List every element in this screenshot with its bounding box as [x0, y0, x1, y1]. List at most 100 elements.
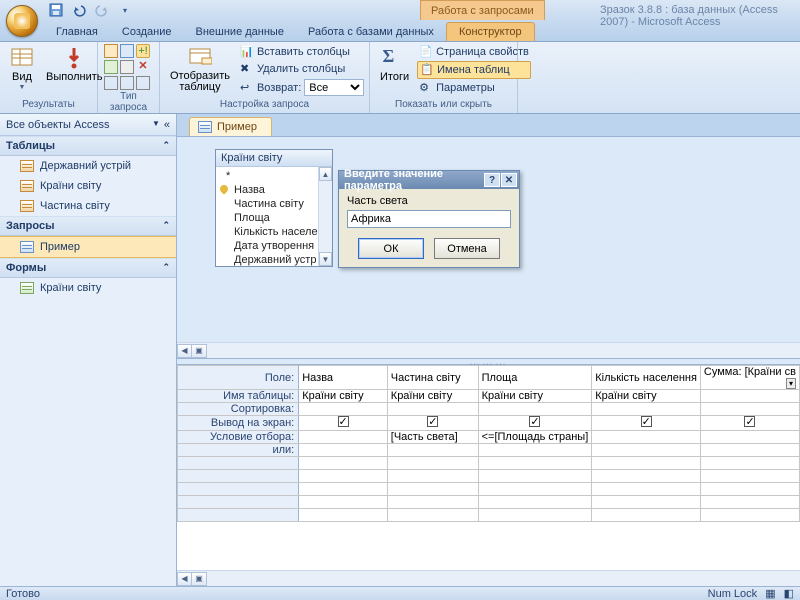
qbe-cell[interactable] — [299, 457, 388, 470]
qbe-cell[interactable] — [592, 470, 701, 483]
qbe-cell[interactable]: Країни світу — [592, 390, 701, 403]
doc-tab-primer[interactable]: Пример — [189, 117, 272, 136]
qbe-cell[interactable]: <=[Площадь страны] — [478, 431, 592, 444]
union-query-icon[interactable] — [104, 76, 118, 90]
qbe-cell[interactable] — [700, 390, 799, 403]
qbe-cell[interactable] — [299, 416, 388, 431]
qbe-cell[interactable] — [478, 457, 592, 470]
nav-item[interactable]: Частина світу — [0, 196, 176, 216]
qbe-cell[interactable]: Назва — [299, 366, 388, 390]
nav-item[interactable]: Державний устрій — [0, 156, 176, 176]
office-button[interactable] — [6, 5, 38, 37]
qbe-cell[interactable] — [387, 416, 478, 431]
qbe-cell[interactable] — [387, 403, 478, 416]
qbe-cell[interactable] — [478, 496, 592, 509]
qbe-cell[interactable] — [478, 483, 592, 496]
close-icon[interactable]: ✕ — [501, 173, 517, 187]
qbe-cell[interactable] — [299, 444, 388, 457]
view-button[interactable]: Вид ▼ — [6, 44, 38, 93]
qbe-cell[interactable] — [700, 403, 799, 416]
field-item[interactable]: Площа — [216, 211, 332, 225]
show-checkbox[interactable] — [641, 416, 652, 427]
nav-item[interactable]: Країни світу — [0, 278, 176, 298]
field-item[interactable]: Державний устр — [216, 253, 332, 267]
qbe-cell[interactable] — [299, 470, 388, 483]
qbe-cell[interactable] — [592, 444, 701, 457]
qbe-cell[interactable]: Площа — [478, 366, 592, 390]
qbe-cell[interactable]: Кількість населення — [592, 366, 701, 390]
qbe-cell[interactable] — [592, 431, 701, 444]
run-button[interactable]: Выполнить — [42, 44, 106, 85]
qbe-cell[interactable] — [592, 403, 701, 416]
qbe-cell[interactable] — [299, 483, 388, 496]
field-item[interactable]: Кількість населен — [216, 225, 332, 239]
select-query-icon[interactable] — [104, 44, 118, 58]
qbe-cell[interactable] — [478, 444, 592, 457]
scroll-thumb[interactable]: ▣ — [192, 572, 207, 586]
qbe-cell[interactable] — [592, 416, 701, 431]
table-source-window[interactable]: Країни світу *НазваЧастина світуПлощаКіл… — [215, 149, 333, 267]
qbe-cell[interactable] — [387, 470, 478, 483]
show-checkbox[interactable] — [427, 416, 438, 427]
tab-create[interactable]: Создание — [110, 23, 184, 41]
qbe-cell[interactable] — [592, 483, 701, 496]
show-checkbox[interactable] — [744, 416, 755, 427]
lower-hscroll[interactable]: ◀ ▣ — [177, 570, 800, 586]
table-names-button[interactable]: 📋Имена таблиц — [417, 61, 531, 79]
property-sheet-button[interactable]: 📄Страница свойств — [417, 44, 531, 60]
qbe-cell[interactable] — [700, 470, 799, 483]
cancel-button[interactable]: Отмена — [434, 238, 500, 259]
qbe-cell[interactable] — [700, 496, 799, 509]
return-select[interactable]: Все — [304, 79, 364, 96]
qbe-cell[interactable] — [700, 483, 799, 496]
nav-item[interactable]: Пример — [0, 236, 176, 258]
table-vscroll[interactable]: ▲ ▼ — [318, 167, 332, 266]
nav-category-queries[interactable]: Запросы⌃ — [0, 216, 176, 236]
nav-category-tables[interactable]: Таблицы⌃ — [0, 136, 176, 156]
update-query-icon[interactable] — [104, 60, 118, 74]
field-item[interactable]: Дата утворення — [216, 239, 332, 253]
delete-query-icon[interactable]: ✕ — [136, 60, 150, 74]
qbe-cell[interactable] — [299, 509, 388, 522]
help-icon[interactable]: ? — [484, 173, 500, 187]
insert-columns-button[interactable]: 📊Вставить столбцы — [238, 44, 366, 60]
passthrough-query-icon[interactable] — [120, 76, 134, 90]
qbe-cell[interactable] — [387, 509, 478, 522]
qbe-cell[interactable] — [700, 444, 799, 457]
scroll-down-icon[interactable]: ▼ — [319, 252, 332, 266]
scroll-left-icon[interactable]: ◀ — [177, 344, 192, 358]
delete-columns-button[interactable]: ✖Удалить столбцы — [238, 61, 366, 77]
tab-home[interactable]: Главная — [44, 23, 110, 41]
qbe-cell[interactable]: [Часть света] — [387, 431, 478, 444]
qbe-cell[interactable] — [700, 509, 799, 522]
qbe-cell[interactable]: Країни світу — [299, 390, 388, 403]
make-table-icon[interactable] — [120, 44, 134, 58]
qbe-cell[interactable] — [700, 431, 799, 444]
qbe-cell[interactable] — [387, 483, 478, 496]
show-table-button[interactable]: Отобразить таблицу — [166, 44, 234, 95]
nav-item[interactable]: Країни світу — [0, 176, 176, 196]
tab-external-data[interactable]: Внешние данные — [184, 23, 296, 41]
ok-button[interactable]: ОК — [358, 238, 424, 259]
scroll-up-icon[interactable]: ▲ — [319, 167, 332, 181]
tab-design[interactable]: Конструктор — [446, 22, 535, 41]
scroll-thumb[interactable]: ▣ — [192, 344, 207, 358]
qbe-cell[interactable] — [478, 403, 592, 416]
nav-pane-header[interactable]: Все объекты Access ▼« — [0, 114, 176, 136]
qbe-cell[interactable] — [592, 509, 701, 522]
view-shortcut-design-icon[interactable]: ◧ — [784, 587, 794, 600]
datadef-query-icon[interactable] — [136, 76, 150, 90]
qbe-cell[interactable] — [387, 496, 478, 509]
qbe-cell[interactable] — [299, 403, 388, 416]
qbe-cell[interactable] — [387, 444, 478, 457]
show-checkbox[interactable] — [338, 416, 349, 427]
parameters-button[interactable]: ⚙Параметры — [417, 80, 531, 96]
qbe-cell[interactable]: Частина світу — [387, 366, 478, 390]
crosstab-query-icon[interactable] — [120, 60, 134, 74]
qbe-cell[interactable] — [299, 431, 388, 444]
show-checkbox[interactable] — [529, 416, 540, 427]
qbe-cell[interactable]: Країни світу — [478, 390, 592, 403]
dropdown-icon[interactable]: ▾ — [786, 378, 796, 389]
field-item[interactable]: Частина світу — [216, 197, 332, 211]
qbe-cell[interactable]: Сумма: [Країни св ▾ — [700, 366, 799, 390]
